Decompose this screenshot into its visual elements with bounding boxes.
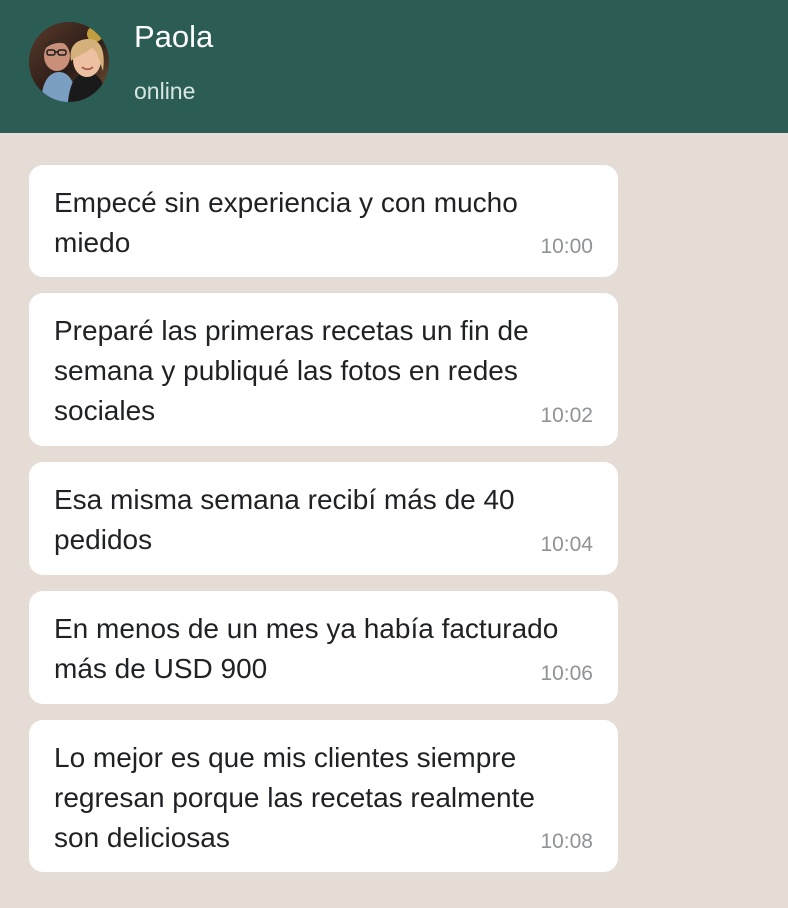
chat-header: Paola online: [0, 0, 788, 133]
message-text: Preparé las primeras recetas un fin de s…: [54, 315, 529, 426]
message-time: 10:02: [540, 404, 593, 427]
message-bubble[interactable]: Esa misma semana recibí más de 40 pedido…: [29, 462, 618, 575]
contact-name[interactable]: Paola: [134, 17, 213, 57]
message-text: Esa misma semana recibí más de 40 pedido…: [54, 484, 515, 555]
avatar-photo-icon: [29, 22, 109, 102]
message-bubble[interactable]: Empecé sin experiencia y con mucho miedo…: [29, 165, 618, 277]
contact-status: online: [134, 78, 196, 104]
message-text: Empecé sin experiencia y con mucho miedo: [54, 187, 518, 258]
message-time: 10:06: [540, 662, 593, 685]
contact-avatar[interactable]: [29, 22, 109, 102]
message-text: Lo mejor es que mis clientes siempre reg…: [54, 742, 535, 853]
message-bubble[interactable]: En menos de un mes ya había facturado má…: [29, 591, 618, 704]
message-bubble[interactable]: Lo mejor es que mis clientes siempre reg…: [29, 720, 618, 872]
message-time: 10:08: [540, 830, 593, 853]
message-time: 10:04: [540, 533, 593, 556]
message-time: 10:00: [540, 235, 593, 258]
chat-thread[interactable]: Empecé sin experiencia y con mucho miedo…: [0, 133, 788, 908]
message-bubble[interactable]: Preparé las primeras recetas un fin de s…: [29, 293, 618, 446]
message-text: En menos de un mes ya había facturado má…: [54, 613, 559, 684]
